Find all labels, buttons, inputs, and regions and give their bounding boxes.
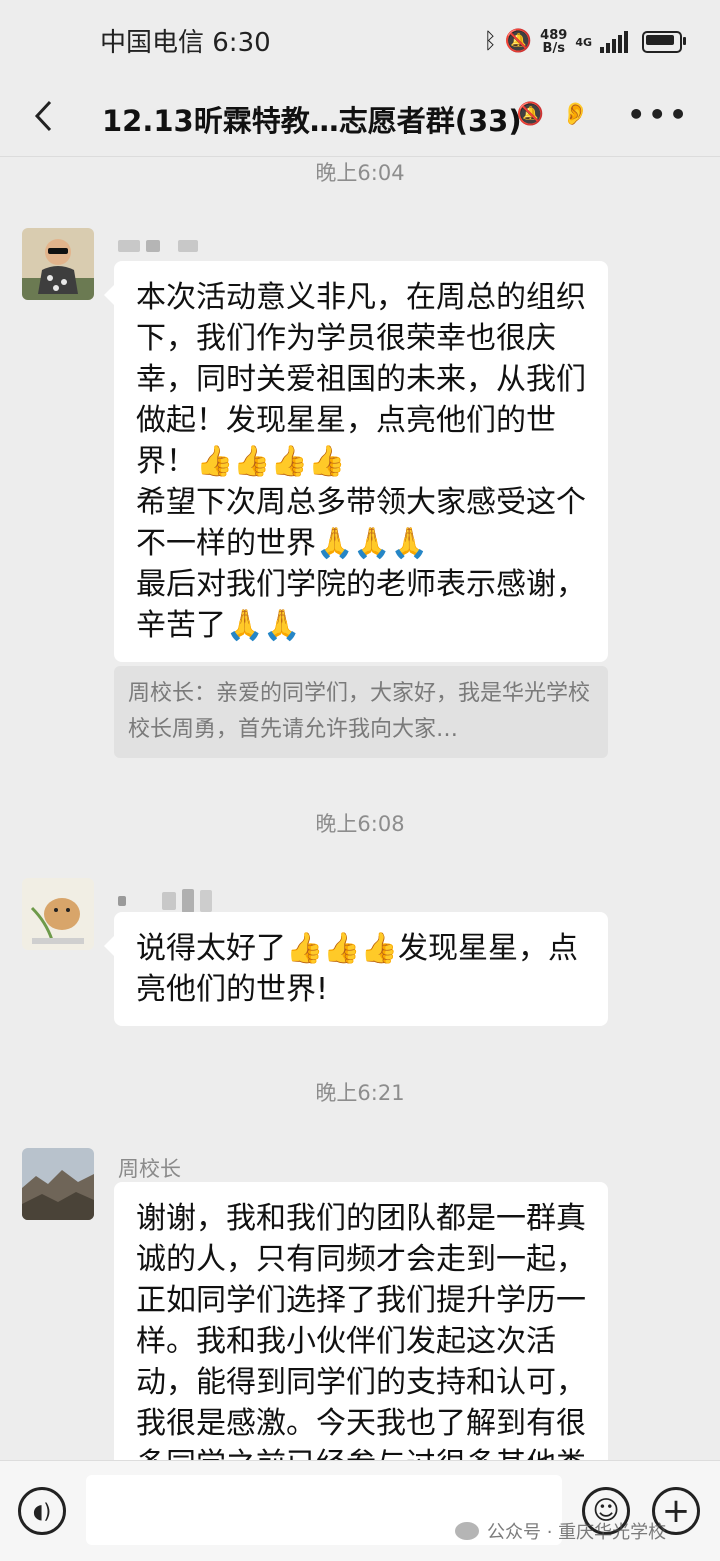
header-icons: 🔕 👂 •••	[516, 98, 690, 131]
message-text: 谢谢，我和我们的团队都是一群真诚的人，只有同频才会走到一起，正如同学们选择了我们…	[136, 1201, 586, 1460]
avatar-image	[22, 1148, 94, 1220]
avatar[interactable]	[22, 1148, 94, 1220]
network-type: 4G	[575, 35, 592, 49]
more-button[interactable]: •••	[627, 98, 690, 131]
chevron-left-icon	[34, 100, 52, 132]
back-button[interactable]	[24, 96, 64, 136]
battery-icon	[642, 31, 686, 53]
watermark-text: 公众号 · 重庆华光学校	[487, 1522, 667, 1543]
voice-icon: ◖)	[32, 1499, 52, 1523]
message-text: 本次活动意义非凡，在周总的组织下，我们作为学员很荣幸也很庆幸，同时关爱祖国的未来…	[136, 280, 586, 479]
signal-icon	[600, 31, 628, 53]
sender-name: 周校长	[118, 1157, 181, 1181]
input-bar: ◖) ☺ +	[0, 1460, 720, 1561]
avatar-image	[22, 878, 94, 950]
message-bubble[interactable]: 谢谢，我和我们的团队都是一群真诚的人，只有同频才会走到一起，正如同学们选择了我们…	[114, 1182, 608, 1460]
wechat-logo-icon	[455, 1522, 479, 1540]
message-bubble[interactable]: 本次活动意义非凡，在周总的组织下，我们作为学员很荣幸也很庆幸，同时关爱祖国的未来…	[104, 261, 608, 662]
ear-icon: 👂	[561, 102, 590, 127]
message-text: 说得太好了👍👍👍发现星星，点亮他们的世界!	[136, 931, 579, 1007]
avatar[interactable]	[22, 228, 94, 300]
status-bar: 中国电信 6:30 ᛒ 🔕 489 B/s 4G	[0, 0, 720, 80]
carrier-time: 中国电信 6:30	[100, 28, 271, 58]
message-text: 最后对我们学院的老师表示感谢，辛苦了🙏🙏	[136, 567, 586, 643]
timestamp: 晚上6:04	[315, 161, 405, 185]
message-text: 希望下次周总多带领大家感受这个不一样的世界🙏🙏🙏	[136, 485, 586, 561]
net-speed: 489 B/s	[540, 29, 567, 55]
sender-name-blurred	[118, 889, 212, 913]
mute-bell-icon: 🔕	[504, 29, 533, 54]
avatar[interactable]	[22, 878, 94, 950]
bluetooth-icon: ᛒ	[483, 29, 497, 54]
message-bubble[interactable]: 说得太好了👍👍👍发现星星，点亮他们的世界!	[104, 912, 608, 1026]
quoted-message-text: 周校长：亲爱的同学们，大家好，我是华光学校校长周勇，首先请允许我向大家…	[128, 681, 591, 742]
avatar-image	[22, 228, 94, 300]
voice-button[interactable]: ◖)	[18, 1487, 66, 1535]
status-icons: ᛒ 🔕 489 B/s 4G	[483, 22, 686, 62]
timestamp: 晚上6:21	[315, 1081, 405, 1105]
quoted-message[interactable]: 周校长：亲爱的同学们，大家好，我是华光学校校长周勇，首先请允许我向大家…	[114, 666, 608, 758]
net-speed-unit: B/s	[542, 41, 565, 56]
watermark: 公众号 · 重庆华光学校	[455, 1518, 666, 1544]
timestamp: 晚上6:08	[315, 812, 405, 836]
chat-title: 12.13昕霖特教…志愿者群(33)	[102, 104, 522, 138]
mute-icon: 🔕	[516, 102, 544, 127]
sender-name-blurred	[118, 240, 198, 252]
chat-header: 12.13昕霖特教…志愿者群(33) 🔕 👂 •••	[0, 80, 720, 157]
